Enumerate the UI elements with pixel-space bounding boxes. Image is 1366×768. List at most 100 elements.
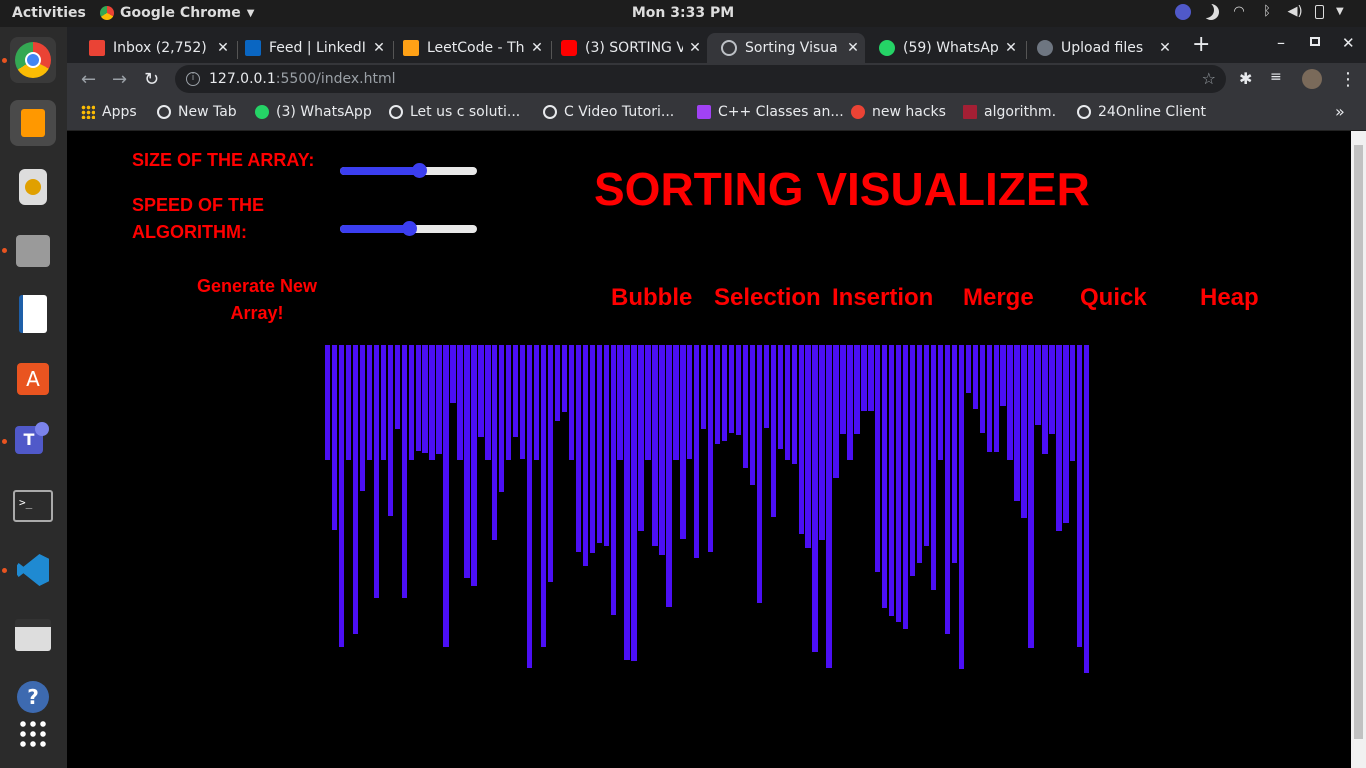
bookmark-star-icon[interactable]: ☆ bbox=[1202, 65, 1216, 93]
array-bar bbox=[763, 345, 770, 428]
bookmark-whatsapp[interactable]: (3) WhatsApp bbox=[255, 104, 372, 120]
close-window-icon[interactable]: ✕ bbox=[1342, 34, 1355, 52]
gmail-icon bbox=[851, 105, 865, 119]
close-tab-icon[interactable]: ✕ bbox=[999, 40, 1023, 56]
scrollbar-thumb[interactable] bbox=[1354, 145, 1363, 739]
tab-6[interactable]: Upload files ✕ bbox=[1023, 33, 1177, 63]
speed-slider[interactable] bbox=[340, 221, 477, 236]
ubuntu-software-dock-icon[interactable]: A bbox=[10, 355, 56, 401]
array-bar bbox=[673, 345, 679, 460]
menu-icon[interactable]: ⋮ bbox=[1339, 69, 1357, 90]
tab-title: (59) WhatsApp bbox=[903, 40, 999, 56]
chrome-dock-icon[interactable] bbox=[10, 37, 56, 83]
close-tab-icon[interactable]: ✕ bbox=[1153, 40, 1177, 56]
back-icon[interactable]: ← bbox=[81, 69, 96, 90]
selection-sort-button[interactable]: Selection bbox=[714, 284, 821, 312]
tab-4-active[interactable]: Sorting Visua ✕ bbox=[707, 33, 865, 63]
media-control-icon[interactable]: ≡ bbox=[1270, 69, 1282, 85]
video-editor-dock-icon[interactable] bbox=[10, 611, 56, 657]
tab-title: Upload files bbox=[1061, 40, 1144, 56]
site-info-icon[interactable]: i bbox=[186, 72, 200, 86]
array-bar bbox=[742, 345, 749, 468]
tab-0[interactable]: Inbox (2,752) ✕ bbox=[75, 33, 235, 63]
close-tab-icon[interactable]: ✕ bbox=[525, 40, 549, 56]
tab-1[interactable]: Feed | LinkedIn ✕ bbox=[231, 33, 391, 63]
wifi-icon: ◠ bbox=[1233, 4, 1245, 19]
address-bar[interactable]: i 127.0.0.1:5500/index.html ☆ bbox=[175, 65, 1226, 93]
night-light-icon bbox=[1203, 4, 1219, 20]
tab-title: (3) SORTING V bbox=[585, 40, 683, 56]
minimize-icon[interactable]: – bbox=[1277, 33, 1285, 52]
bookmark-let-us-c[interactable]: Let us c soluti... bbox=[389, 104, 520, 120]
generate-array-button[interactable]: Generate New Array! bbox=[187, 273, 327, 327]
system-menu-chevron-icon[interactable]: ▼ bbox=[1336, 4, 1352, 20]
tab-title: Inbox (2,752) bbox=[113, 40, 207, 56]
array-bar bbox=[492, 345, 498, 540]
bookmark-new-tab[interactable]: New Tab bbox=[157, 104, 237, 120]
tab-title: Sorting Visua bbox=[745, 40, 838, 56]
size-slider[interactable] bbox=[340, 163, 477, 178]
bookmark-24online[interactable]: 24Online Client bbox=[1077, 104, 1206, 120]
bookmark-apps[interactable]: Apps bbox=[81, 104, 137, 120]
teams-dock-icon[interactable]: T bbox=[10, 418, 56, 464]
quick-sort-button[interactable]: Quick bbox=[1080, 284, 1147, 312]
bookmark-label: C Video Tutori... bbox=[564, 104, 675, 120]
running-indicator bbox=[2, 58, 7, 63]
slider-handle[interactable] bbox=[412, 163, 428, 178]
bookmark-label: New Tab bbox=[178, 104, 237, 120]
bookmark-label: algorithm. bbox=[984, 104, 1057, 120]
bookmark-cpp-classes[interactable]: C++ Classes an... bbox=[697, 104, 844, 120]
close-tab-icon[interactable]: ✕ bbox=[841, 40, 865, 56]
heap-sort-button[interactable]: Heap bbox=[1200, 284, 1259, 312]
array-bar bbox=[506, 345, 512, 460]
app-menu[interactable]: Google Chrome ▼ bbox=[100, 5, 254, 21]
show-applications-icon[interactable] bbox=[10, 711, 56, 757]
size-label: SIZE OF THE ARRAY: bbox=[132, 150, 315, 170]
array-bar bbox=[847, 345, 853, 460]
array-bar bbox=[519, 345, 526, 459]
tab-2[interactable]: LeetCode - The ✕ bbox=[389, 33, 549, 63]
activities-button[interactable]: Activities bbox=[12, 5, 86, 21]
close-tab-icon[interactable]: ✕ bbox=[683, 40, 707, 56]
forward-icon[interactable]: → bbox=[112, 69, 127, 90]
restore-icon[interactable] bbox=[1310, 37, 1320, 46]
sublime-text-dock-icon[interactable] bbox=[10, 100, 56, 146]
tab-5[interactable]: (59) WhatsApp ✕ bbox=[865, 33, 1023, 63]
tab-3[interactable]: (3) SORTING V ✕ bbox=[547, 33, 707, 63]
array-bar bbox=[708, 345, 714, 552]
array-bar bbox=[359, 345, 366, 491]
bookmark-new-hacks[interactable]: new hacks bbox=[851, 104, 946, 120]
libreoffice-writer-dock-icon[interactable] bbox=[10, 291, 56, 337]
running-indicator bbox=[2, 568, 7, 573]
bookmark-algorithm[interactable]: algorithm. bbox=[963, 104, 1056, 120]
vscode-dock-icon[interactable] bbox=[10, 547, 56, 593]
system-tray[interactable]: ◠ ᛒ ◀) ▼ bbox=[1175, 4, 1352, 20]
array-bar bbox=[979, 345, 985, 433]
bookmark-label: C++ Classes an... bbox=[718, 104, 844, 120]
array-bar bbox=[1014, 345, 1020, 501]
merge-sort-button[interactable]: Merge bbox=[963, 284, 1034, 312]
bookmark-c-video[interactable]: C Video Tutori... bbox=[543, 104, 674, 120]
array-bar bbox=[680, 345, 686, 539]
slider-handle[interactable] bbox=[401, 221, 417, 236]
bubble-sort-button[interactable]: Bubble bbox=[611, 284, 692, 312]
tab-title: Feed | LinkedIn bbox=[269, 40, 367, 56]
array-bar bbox=[478, 345, 484, 437]
more-bookmarks-icon[interactable]: » bbox=[1335, 102, 1345, 121]
teams-tray-icon[interactable] bbox=[1175, 4, 1191, 20]
new-tab-button[interactable]: + bbox=[1192, 32, 1210, 57]
rhythmbox-dock-icon[interactable] bbox=[10, 164, 56, 210]
terminal-dock-icon[interactable]: >_ bbox=[10, 483, 56, 529]
insertion-sort-button[interactable]: Insertion bbox=[832, 284, 933, 312]
array-bar bbox=[568, 345, 575, 460]
array-bar bbox=[366, 345, 373, 460]
array-bar bbox=[533, 345, 540, 460]
vertical-scrollbar[interactable] bbox=[1351, 131, 1366, 768]
array-bar bbox=[394, 345, 400, 429]
extensions-icon[interactable]: ✱ bbox=[1239, 69, 1252, 88]
chrome-icon bbox=[100, 6, 114, 20]
reload-icon[interactable]: ↻ bbox=[144, 69, 159, 90]
close-tab-icon[interactable]: ✕ bbox=[367, 40, 391, 56]
files-dock-icon[interactable] bbox=[10, 227, 56, 273]
avatar[interactable] bbox=[1302, 69, 1322, 89]
